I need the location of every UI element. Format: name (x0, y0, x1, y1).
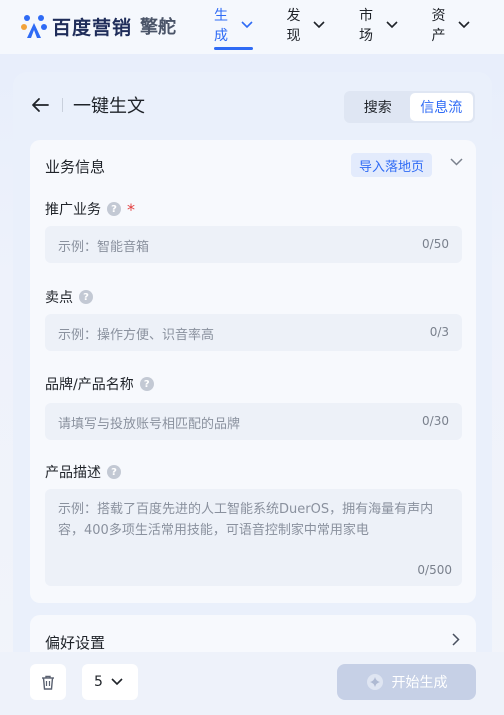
selling-points-input[interactable]: 示例：操作方便、识音率高 0/3 (45, 314, 462, 351)
top-navbar: 百度营销 擎舵 生成 发现 市场 资产 (0, 0, 504, 54)
back-arrow-icon[interactable] (30, 95, 50, 115)
help-icon[interactable]: ? (107, 465, 121, 479)
nav-item-label: 资产 (431, 8, 446, 44)
chevron-down-icon[interactable] (450, 158, 463, 166)
section-title: 业务信息 (45, 158, 106, 176)
char-counter: 0/500 (417, 563, 452, 577)
chevron-down-icon (385, 21, 398, 29)
input-placeholder: 示例：智能音箱 (58, 240, 150, 255)
channel-segmented-control: 搜索 信息流 (344, 91, 475, 123)
import-landing-page-button[interactable]: 导入落地页 (351, 153, 433, 177)
brand-name: 百度营销 (52, 16, 133, 39)
field-label-description: 产品描述 ? (45, 462, 121, 482)
business-input[interactable]: 示例：智能音箱 0/50 (45, 226, 462, 263)
segment-feed[interactable]: 信息流 (409, 93, 473, 121)
chevron-down-icon (111, 678, 123, 686)
divider (62, 98, 63, 112)
baidu-paw-logo-icon (20, 12, 48, 40)
section-title: 偏好设置 (45, 634, 106, 652)
nav-item-label: 发现 (286, 8, 301, 44)
generate-count-select[interactable]: 5 (82, 664, 138, 700)
main-nav: 生成 发现 市场 资产 (214, 0, 504, 54)
chevron-down-icon (458, 21, 470, 29)
brand-logo[interactable]: 百度营销 擎舵 (20, 12, 176, 40)
button-label: 开始生成 (391, 675, 448, 691)
char-counter: 0/3 (429, 325, 449, 339)
label-text: 产品描述 (45, 465, 101, 481)
chevron-down-icon (240, 21, 253, 29)
select-value: 5 (94, 674, 103, 690)
nav-item-generate[interactable]: 生成 (214, 0, 253, 50)
nav-item-label: 市场 (359, 8, 373, 44)
help-icon[interactable]: ? (107, 202, 121, 216)
product-name: 擎舵 (140, 17, 177, 38)
label-text: 推广业务 (45, 202, 101, 218)
label-text: 品牌/产品名称 (45, 377, 134, 393)
nav-item-discover[interactable]: 发现 (287, 0, 326, 50)
clear-button[interactable] (30, 664, 66, 700)
help-icon[interactable]: ? (139, 377, 154, 391)
description-textarea[interactable]: 示例：搭载了百度先进的人工智能系统DuerOS，拥有海量有声内容，400多项生活… (45, 489, 462, 586)
nav-item-label: 生成 (214, 8, 228, 44)
page-title: 一键生文 (73, 96, 145, 117)
required-mark: * (127, 199, 135, 219)
textarea-placeholder: 示例：搭载了百度先进的人工智能系统DuerOS，拥有海量有声内容，400多项生活… (58, 502, 434, 538)
trash-icon (41, 675, 55, 690)
nav-item-market[interactable]: 市场 (359, 0, 398, 50)
ai-sparkle-icon (366, 673, 384, 691)
nav-item-assets[interactable]: 资产 (432, 0, 471, 50)
field-label-selling-points: 卖点 ? (45, 287, 93, 307)
char-counter: 0/30 (422, 414, 449, 428)
field-label-business: 推广业务 ? * (45, 199, 135, 219)
segment-search[interactable]: 搜索 (346, 93, 410, 121)
char-counter: 0/50 (422, 237, 449, 251)
field-label-brand: 品牌/产品名称 ? (45, 374, 154, 394)
page-header: 一键生文 (30, 92, 145, 118)
input-placeholder: 请填写与投放账号相匹配的品牌 (58, 417, 241, 432)
chevron-down-icon (313, 21, 325, 29)
start-generate-button[interactable]: 开始生成 (337, 664, 476, 700)
help-icon[interactable]: ? (79, 290, 93, 304)
chevron-right-icon[interactable] (452, 633, 460, 646)
input-placeholder: 示例：操作方便、识音率高 (58, 328, 215, 343)
brand-input[interactable]: 请填写与投放账号相匹配的品牌 0/30 (45, 403, 462, 440)
label-text: 卖点 (45, 290, 73, 306)
